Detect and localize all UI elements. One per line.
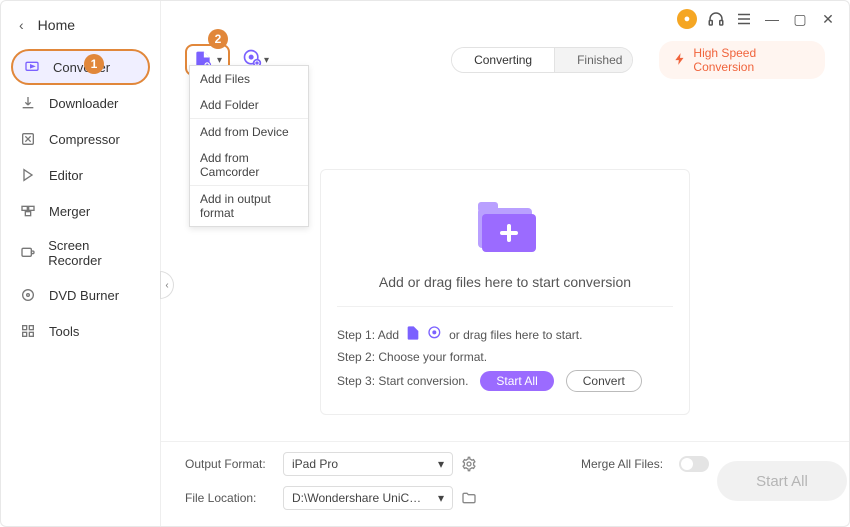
high-speed-conversion-button[interactable]: High Speed Conversion	[659, 41, 825, 79]
screen-recorder-icon	[19, 244, 36, 262]
sidebar-item-label: DVD Burner	[49, 288, 119, 303]
tab-converting[interactable]: Converting	[452, 48, 555, 72]
callout-badge-2: 2	[208, 29, 228, 49]
footer-bar: Output Format: iPad Pro ▾ Merge All Files…	[161, 441, 849, 526]
menu-add-folder[interactable]: Add Folder	[190, 92, 308, 118]
sidebar-item-label: Downloader	[49, 96, 118, 111]
sidebar-item-label: Merger	[49, 204, 90, 219]
file-location-label: File Location:	[185, 491, 275, 505]
step-2: Step 2: Choose your format.	[337, 350, 673, 364]
sidebar-item-tools[interactable]: Tools	[1, 313, 160, 349]
chevron-left-icon: ‹	[19, 17, 24, 33]
tab-finished[interactable]: Finished	[555, 48, 633, 72]
sidebar-item-screen-recorder[interactable]: Screen Recorder	[1, 229, 160, 277]
compressor-icon	[19, 130, 37, 148]
merge-all-toggle[interactable]	[679, 456, 709, 472]
output-format-label: Output Format:	[185, 457, 275, 471]
menu-add-output-format[interactable]: Add in output format	[190, 185, 308, 226]
sidebar-item-label: Tools	[49, 324, 79, 339]
output-format-value: iPad Pro	[292, 457, 338, 471]
step-label: Step 3: Start conversion.	[337, 374, 468, 388]
add-file-icon[interactable]	[405, 325, 421, 344]
sidebar: ‹ Home Converter Downloader Compressor E…	[1, 1, 161, 526]
sidebar-item-editor[interactable]: Editor	[1, 157, 160, 193]
sidebar-item-label: Editor	[49, 168, 83, 183]
step-label: Step 1: Add	[337, 328, 399, 342]
editor-icon	[19, 166, 37, 184]
tools-icon	[19, 322, 37, 340]
menu-add-from-device[interactable]: Add from Device	[190, 118, 308, 145]
drop-area[interactable]: Add or drag files here to start conversi…	[320, 169, 690, 415]
menu-add-from-camcorder[interactable]: Add from Camcorder	[190, 145, 308, 185]
sidebar-item-label: Screen Recorder	[48, 238, 142, 268]
sidebar-item-dvd-burner[interactable]: DVD Burner	[1, 277, 160, 313]
convert-mini-button[interactable]: Convert	[566, 370, 642, 392]
main-area: ‹ ▾ ▾ Converting Finished High Speed Con…	[161, 1, 849, 526]
output-format-select[interactable]: iPad Pro ▾	[283, 452, 453, 476]
chevron-down-icon: ▾	[264, 55, 269, 66]
step-label: or drag files here to start.	[449, 328, 582, 342]
sidebar-item-converter[interactable]: Converter	[11, 49, 150, 85]
menu-add-files[interactable]: Add Files	[190, 66, 308, 92]
file-location-select[interactable]: D:\Wondershare UniConverter 1 ▾	[283, 486, 453, 510]
home-label: Home	[38, 17, 75, 33]
status-tabs: Converting Finished	[451, 47, 633, 73]
step-1: Step 1: Add or drag files here to start.	[337, 325, 673, 344]
open-folder-icon[interactable]	[461, 490, 477, 506]
merge-all-label: Merge All Files:	[581, 457, 671, 471]
sidebar-item-compressor[interactable]: Compressor	[1, 121, 160, 157]
converter-icon	[23, 58, 41, 76]
chevron-down-icon: ▾	[217, 55, 222, 66]
sidebar-item-label: Compressor	[49, 132, 120, 147]
chevron-down-icon: ▾	[438, 491, 444, 505]
collapse-sidebar-handle[interactable]: ‹	[160, 271, 174, 299]
file-location-value: D:\Wondershare UniConverter 1	[292, 491, 422, 505]
disc-add-icon[interactable]	[427, 325, 443, 344]
downloader-icon	[19, 94, 37, 112]
merger-icon	[19, 202, 37, 220]
drop-instruction: Add or drag files here to start conversi…	[337, 274, 673, 290]
step-label: Step 2: Choose your format.	[337, 350, 487, 364]
callout-badge-1: 1	[84, 54, 104, 74]
chevron-down-icon: ▾	[438, 457, 444, 471]
start-all-mini-button[interactable]: Start All	[480, 371, 553, 391]
add-files-menu: Add Files Add Folder Add from Device Add…	[189, 65, 309, 227]
back-home-link[interactable]: ‹ Home	[1, 9, 160, 49]
high-speed-label: High Speed Conversion	[693, 46, 811, 74]
sidebar-item-downloader[interactable]: Downloader	[1, 85, 160, 121]
lightning-icon	[673, 52, 687, 69]
start-all-button[interactable]: Start All	[717, 461, 847, 501]
settings-gear-icon[interactable]	[461, 456, 477, 472]
sidebar-item-merger[interactable]: Merger	[1, 193, 160, 229]
folder-plus-icon	[337, 190, 673, 260]
dvd-burner-icon	[19, 286, 37, 304]
step-3: Step 3: Start conversion. Start All Conv…	[337, 370, 673, 392]
